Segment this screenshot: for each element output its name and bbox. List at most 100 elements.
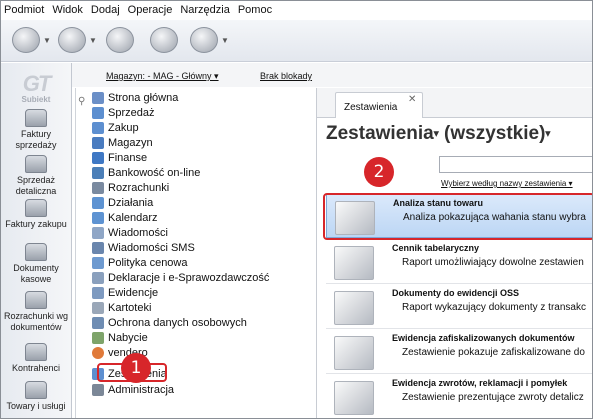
report-title: Ewidencja zafiskalizowanych dokumentów bbox=[392, 333, 575, 343]
chevron-down-icon[interactable]: ▼ bbox=[89, 36, 97, 45]
nav-label: Kontrahenci bbox=[11, 363, 61, 373]
warehouse-bar: Magazyn: - MAG - Główny ▾ Brak blokady bbox=[72, 63, 593, 87]
nav-faktury-sprzedazy[interactable]: Faktury sprzedaży bbox=[0, 109, 72, 151]
logo-mark: GT bbox=[22, 71, 52, 96]
menu-widok[interactable]: Widok bbox=[52, 4, 83, 16]
report-entry[interactable]: Dokumenty do ewidencji OSS Raport wykazu… bbox=[326, 285, 593, 329]
tree-item-kartoteki[interactable]: Kartoteki bbox=[92, 300, 151, 315]
menu-podmiot[interactable]: Podmiot bbox=[4, 4, 44, 16]
goods-icon bbox=[25, 381, 47, 399]
pin-icon[interactable]: ⚲ bbox=[78, 96, 85, 107]
nav-label: Dokumenty kasowe bbox=[13, 263, 59, 284]
tree-item-wiadomosci-sms[interactable]: Wiadomości SMS bbox=[92, 240, 195, 255]
chevron-down-icon[interactable]: ▼ bbox=[221, 36, 229, 45]
nav-dokumenty-kasowe[interactable]: Dokumenty kasowe bbox=[0, 243, 72, 285]
invoice-icon bbox=[25, 109, 47, 127]
tree-item-ochrona-danych[interactable]: Ochrona danych osobowych bbox=[92, 315, 247, 330]
tree-item-nabycie[interactable]: Nabycie bbox=[92, 330, 148, 345]
warehouse-icon bbox=[92, 136, 104, 149]
tree-item-magazyn[interactable]: Magazyn bbox=[92, 135, 153, 150]
sales-icon bbox=[92, 106, 104, 119]
shield-icon bbox=[92, 316, 104, 329]
tab-strip: Zestawienia ✕ bbox=[317, 88, 593, 118]
logo-brand: Subiekt bbox=[21, 95, 51, 104]
currency-icon bbox=[106, 27, 134, 53]
filter-dropdown[interactable]: (wszystkie) bbox=[444, 123, 545, 144]
report-desc: Zestawienie prezentujące zwroty detalicz bbox=[402, 392, 584, 403]
warehouse-selector[interactable]: Magazyn: - MAG - Główny ▾ bbox=[106, 71, 219, 82]
tree-item-kalendarz[interactable]: Kalendarz bbox=[92, 210, 158, 225]
report-entry[interactable]: Ewidencja zafiskalizowanych dokumentów Z… bbox=[326, 330, 593, 374]
tree-item-bankowosc[interactable]: Bankowość on-line bbox=[92, 165, 200, 180]
tree-label: Nabycie bbox=[108, 331, 148, 344]
plugin-button[interactable] bbox=[150, 26, 178, 54]
back-button[interactable]: ▼ bbox=[12, 26, 51, 54]
tree-item-rozrachunki[interactable]: Rozrachunki bbox=[92, 180, 169, 195]
pricing-icon bbox=[92, 256, 104, 269]
nav-sprzedaz-detaliczna[interactable]: Sprzedaż detaliczna bbox=[0, 155, 72, 197]
forward-button[interactable]: ▼ bbox=[58, 26, 97, 54]
tree-item-administracja[interactable]: Administracja bbox=[92, 382, 174, 397]
tree-item-sprzedaz[interactable]: Sprzedaż bbox=[92, 105, 154, 120]
report-entry[interactable]: Ewidencja zwrotów, reklamacji i pomyłek … bbox=[326, 375, 593, 419]
section-dropdown[interactable]: Zestawienia bbox=[326, 123, 434, 144]
tree-item-finanse[interactable]: Finanse bbox=[92, 150, 147, 165]
chevron-down-icon[interactable]: ▾ bbox=[545, 128, 550, 139]
menu-pomoc[interactable]: Pomoc bbox=[238, 4, 272, 16]
divider bbox=[326, 283, 593, 284]
choose-by-name-link[interactable]: Wybierz według nazwy zestawienia ▾ bbox=[441, 179, 573, 188]
search-input[interactable] bbox=[439, 156, 593, 173]
tree-item-wiadomosci[interactable]: Wiadomości bbox=[92, 225, 168, 240]
nav-label: Rozrachunki wg dokumentów bbox=[3, 311, 69, 332]
menu-bar: Podmiot Widok Dodaj Operacje Narzędzia P… bbox=[0, 0, 593, 20]
tree-label: Kalendarz bbox=[108, 211, 158, 224]
report-desc: Raport umożliwiający dowolne zestawien bbox=[402, 257, 584, 268]
tree-label: Deklaracje i e-Sprawozdawczość bbox=[108, 271, 270, 284]
chevron-down-icon[interactable]: ▼ bbox=[43, 36, 51, 45]
report-desc: Zestawienie pokazuje zafiskalizowane do bbox=[402, 347, 585, 358]
tree-item-deklaracje[interactable]: Deklaracje i e-Sprawozdawczość bbox=[92, 270, 269, 285]
report-icon bbox=[334, 291, 374, 325]
chevron-down-icon[interactable]: ▾ bbox=[434, 128, 439, 139]
lock-status-link[interactable]: Brak blokady bbox=[260, 71, 312, 81]
tree-item-strona-glowna[interactable]: Strona główna bbox=[92, 90, 178, 105]
bank-icon bbox=[92, 166, 104, 179]
tree-label: Wiadomości bbox=[108, 226, 168, 239]
highlight-analiza bbox=[323, 193, 593, 240]
tree-item-ewidencje[interactable]: Ewidencje bbox=[92, 285, 158, 300]
tasks-icon bbox=[92, 196, 104, 209]
report-entry[interactable]: Cennik tabelaryczny Raport umożliwiający… bbox=[326, 240, 593, 284]
tree-label: Ochrona danych osobowych bbox=[108, 316, 247, 329]
nav-towary-i-uslugi[interactable]: Towary i usługi bbox=[0, 381, 72, 412]
nav-label: Sprzedaż detaliczna bbox=[15, 175, 57, 196]
tree-label: Ewidencje bbox=[108, 286, 159, 299]
page-title: Zestawienia▾ (wszystkie)▾ bbox=[326, 123, 550, 145]
menu-narzedzia[interactable]: Narzędzia bbox=[180, 4, 230, 16]
tab-zestawienia[interactable]: Zestawienia ✕ bbox=[335, 92, 423, 118]
tree-item-dzialania[interactable]: Działania bbox=[92, 195, 153, 210]
tree-label: Magazyn bbox=[108, 136, 153, 149]
tree-item-zakup[interactable]: Zakup bbox=[92, 120, 139, 135]
purchase-icon bbox=[92, 121, 104, 134]
help-button[interactable]: ▼ bbox=[190, 26, 229, 54]
tree-label: Działania bbox=[108, 196, 154, 209]
tree-label: Kartoteki bbox=[108, 301, 152, 314]
currency-button[interactable] bbox=[106, 26, 134, 54]
menu-dodaj[interactable]: Dodaj bbox=[91, 4, 120, 16]
nav-kontrahenci[interactable]: Kontrahenci bbox=[0, 343, 72, 374]
step-badge-2: 2 bbox=[364, 157, 394, 187]
plugin-icon bbox=[150, 27, 178, 53]
menu-operacje[interactable]: Operacje bbox=[128, 4, 173, 16]
nav-rozrachunki-wg-dokumentow[interactable]: Rozrachunki wg dokumentów bbox=[0, 291, 72, 333]
nav-faktury-zakupu[interactable]: Faktury zakupu bbox=[0, 199, 72, 230]
content-panel: Zestawienia ✕ Zestawienia▾ (wszystkie)▾ … bbox=[316, 88, 593, 419]
cash-icon bbox=[25, 243, 47, 261]
divider bbox=[326, 328, 593, 329]
report-icon bbox=[334, 246, 374, 280]
declarations-icon bbox=[92, 271, 104, 284]
app-logo: GT Subiekt bbox=[10, 71, 62, 107]
forward-icon bbox=[58, 27, 86, 53]
tree-label: Strona główna bbox=[108, 91, 179, 104]
close-icon[interactable]: ✕ bbox=[408, 94, 416, 105]
tree-item-polityka-cenowa[interactable]: Polityka cenowa bbox=[92, 255, 188, 270]
